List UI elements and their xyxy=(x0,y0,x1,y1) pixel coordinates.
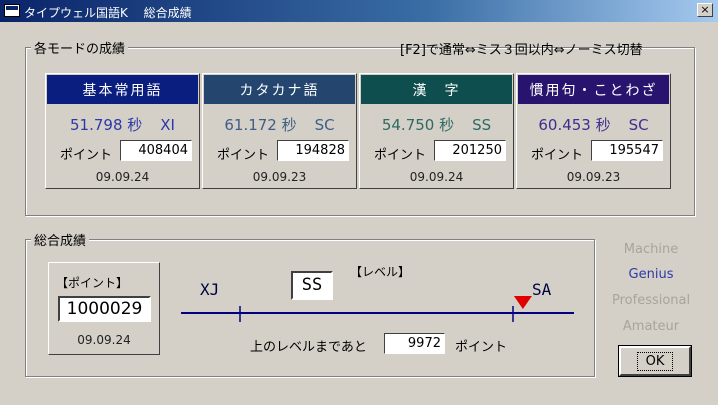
mode-time-rank: 61.172 秒 SC xyxy=(203,114,356,135)
remaining-points-box: 9972 xyxy=(384,333,445,354)
mode-points-value: 201250 xyxy=(434,140,506,161)
app-window-icon xyxy=(4,4,20,17)
mode-time: 60.453 秒 xyxy=(538,116,611,134)
mode-title: 基本常用語 xyxy=(47,75,198,104)
ok-button-label: OK xyxy=(636,351,674,371)
mode-rank: SS xyxy=(472,116,492,134)
mode-points-value: 408404 xyxy=(120,140,192,161)
mode-time-rank: 60.453 秒 SC xyxy=(517,114,670,135)
mode-time-rank: 51.798 秒 XI xyxy=(46,114,199,135)
mode-title: 慣用句・ことわざ xyxy=(518,75,669,104)
mode-time: 61.172 秒 xyxy=(224,116,297,134)
mode-panel: 基本常用語 51.798 秒 XI ポイント 408404 09.09.24 xyxy=(45,73,200,189)
rank-machine: Machine xyxy=(623,242,679,257)
mode-toggle-note: [F2]で通常⇔ミス３回以内⇔ノーミス切替 xyxy=(400,43,643,58)
ok-button[interactable]: OK xyxy=(618,345,692,377)
rank-amateur: Amateur xyxy=(622,319,680,334)
mode-point-label: ポイント xyxy=(60,148,113,163)
rank-professional: Professional xyxy=(612,293,691,308)
total-points-label: 【ポイント】 xyxy=(56,276,129,290)
mode-panel: 漢 字 54.750 秒 SS ポイント 201250 09.09.24 xyxy=(359,73,514,189)
remaining-suffix: ポイント xyxy=(455,340,508,355)
mode-title: カタカナ語 xyxy=(204,75,355,104)
mode-panel: カタカナ語 61.172 秒 SC ポイント 194828 09.09.23 xyxy=(202,73,357,189)
mode-rank: SC xyxy=(628,116,649,134)
window-title: タイプウェル国語K 総合成績 xyxy=(24,6,192,20)
close-button[interactable]: × xyxy=(697,3,713,17)
modes-group-label: 各モードの成績 xyxy=(31,38,129,57)
mode-panel: 慣用句・ことわざ 60.453 秒 SC ポイント 195547 09.09.23 xyxy=(516,73,671,189)
total-group-label: 総合成績 xyxy=(31,230,90,249)
mode-points-value: 195547 xyxy=(591,140,663,161)
mode-date: 09.09.24 xyxy=(409,170,464,184)
level-marker-icon xyxy=(513,296,532,309)
remaining-points-value: 9972 xyxy=(407,336,441,351)
total-points-date: 09.09.24 xyxy=(77,333,131,347)
mode-point-label: ポイント xyxy=(531,148,584,163)
remaining-prefix: 上のレベルまであと xyxy=(250,340,367,355)
level-label: 【レベル】 xyxy=(350,265,411,279)
rank-genius: Genius xyxy=(628,267,674,282)
mode-point-label: ポイント xyxy=(374,148,427,163)
mode-points-value: 194828 xyxy=(277,140,349,161)
total-points-value: 1000029 xyxy=(58,296,151,322)
mode-time: 54.750 秒 xyxy=(381,116,455,134)
mode-date: 09.09.23 xyxy=(252,170,307,184)
mode-time-rank: 54.750 秒 SS xyxy=(360,114,513,135)
mode-date: 09.09.23 xyxy=(566,170,621,184)
mode-rank: XI xyxy=(160,116,175,134)
mode-date: 09.09.24 xyxy=(95,170,150,184)
mode-title: 漢 字 xyxy=(361,75,512,104)
title-bar: タイプウェル国語K 総合成績 × xyxy=(0,0,718,22)
mode-time: 51.798 秒 xyxy=(70,116,143,134)
mode-point-label: ポイント xyxy=(217,148,270,163)
mode-rank: SC xyxy=(314,116,335,134)
level-scale xyxy=(181,296,574,322)
